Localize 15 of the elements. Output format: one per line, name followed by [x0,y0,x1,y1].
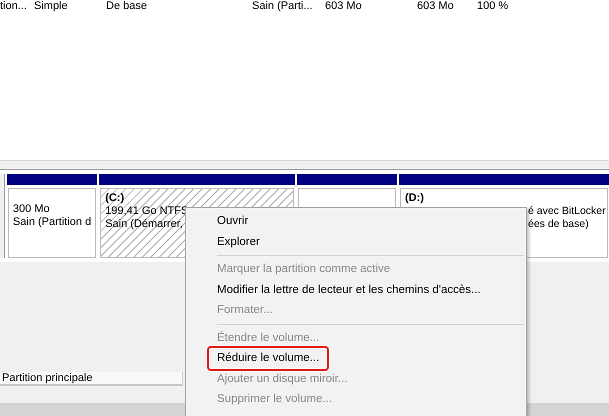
legend-label: Partition principale [0,372,183,386]
table-cell: De base [106,0,147,12]
table-cell: 603 Mo [325,0,362,12]
partition-info: Sain (Partition d [12,216,92,229]
partition-title: (C:) [105,192,124,205]
partition-title: (D:) [405,192,424,205]
partition-info: é avec BitLocker [528,205,606,218]
partition-info: ées de base) [528,218,589,231]
partition-info: 300 Mo [12,203,50,216]
table-cell: tion... [0,0,27,12]
table-cell: Simple [34,0,68,12]
table-cell: 100 % [477,0,508,12]
table-cell: 603 Mo [417,0,454,12]
table-cell: Sain (Parti... [252,0,313,12]
partition-info: Sain (Démarrer, [105,218,183,231]
